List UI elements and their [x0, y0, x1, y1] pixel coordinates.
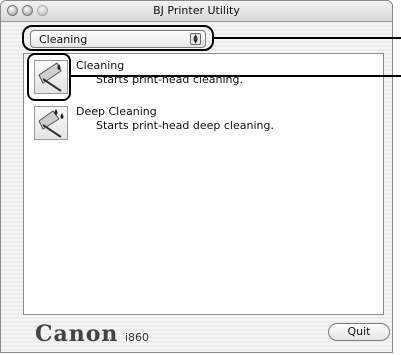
icon-callout-outline	[27, 53, 71, 101]
window-title: BJ Printer Utility	[153, 4, 240, 17]
list-item-deep-cleaning[interactable]: Deep Cleaning Starts print-head deep cle…	[24, 104, 383, 148]
model-label: i860	[125, 331, 150, 344]
quit-button[interactable]: Quit	[328, 323, 390, 341]
list-item-cleaning[interactable]: Cleaning Starts print-head cleaning.	[24, 58, 383, 102]
title-bar: BJ Printer Utility	[1, 1, 392, 22]
item-name: Cleaning	[76, 59, 125, 72]
popup-callout-outline	[22, 25, 214, 51]
item-name: Deep Cleaning	[76, 105, 157, 118]
brand-logo: Canon	[35, 321, 119, 347]
maintenance-list: Cleaning Starts print-head cleaning. Dee…	[23, 53, 384, 315]
item-description: Starts print-head deep cleaning.	[96, 119, 274, 132]
icon-callout-line	[70, 75, 401, 77]
deep-cleaning-icon[interactable]	[34, 106, 68, 140]
popup-callout-line	[213, 37, 401, 39]
